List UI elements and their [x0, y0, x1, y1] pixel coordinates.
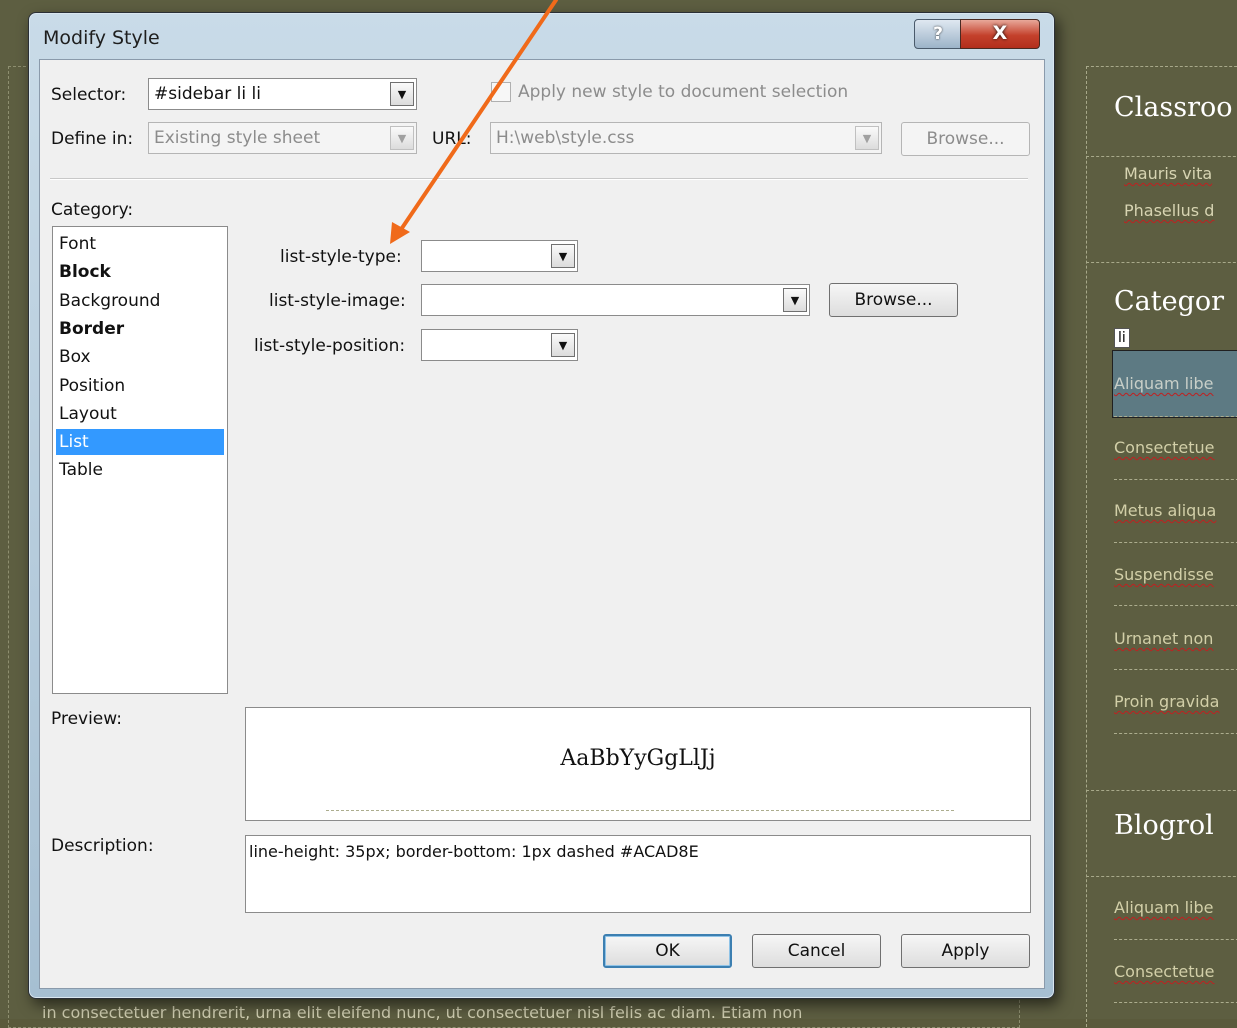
- category-link[interactable]: Metus aliqua: [1114, 501, 1216, 520]
- item-divider: [1114, 479, 1237, 480]
- category-item-table[interactable]: Table: [56, 457, 224, 483]
- sidebar-heading-classroom: Classroo: [1114, 92, 1233, 123]
- ok-button[interactable]: OK: [603, 934, 732, 968]
- item-divider: [1114, 605, 1237, 606]
- list-style-type-combobox[interactable]: ▼: [421, 240, 578, 272]
- chevron-down-icon[interactable]: ▼: [551, 244, 575, 268]
- chevron-down-icon[interactable]: ▼: [390, 126, 414, 150]
- item-divider: [1114, 939, 1237, 940]
- selector-combobox[interactable]: #sidebar li li ▼: [148, 78, 417, 110]
- category-item-list[interactable]: List: [56, 429, 224, 455]
- list-style-image-combobox[interactable]: ▼: [421, 284, 810, 316]
- list-style-position-label: list-style-position:: [254, 336, 406, 356]
- browse-image-button[interactable]: Browse...: [829, 283, 958, 317]
- blogroll-link[interactable]: Consectetue: [1114, 962, 1214, 981]
- url-label: URL:: [432, 129, 472, 149]
- description-box: line-height: 35px; border-bottom: 1px da…: [245, 835, 1031, 913]
- sidebar-separator: [1086, 790, 1237, 791]
- chevron-down-icon[interactable]: ▼: [855, 126, 879, 150]
- category-listbox[interactable]: Font Block Background Border Box Positio…: [52, 226, 228, 694]
- description-label: Description:: [51, 836, 154, 856]
- category-item-layout[interactable]: Layout: [56, 401, 224, 427]
- chevron-down-icon[interactable]: ▼: [551, 333, 575, 357]
- list-style-image-label: list-style-image:: [269, 291, 406, 311]
- category-link[interactable]: Proin gravida: [1114, 692, 1219, 711]
- list-style-position-combobox[interactable]: ▼: [421, 329, 578, 361]
- category-item-box[interactable]: Box: [56, 344, 224, 370]
- define-in-combobox[interactable]: Existing style sheet ▼: [148, 122, 417, 154]
- preview-label: Preview:: [51, 709, 122, 729]
- dialog-title: Modify Style: [43, 27, 160, 49]
- description-text: line-height: 35px; border-bottom: 1px da…: [249, 842, 699, 861]
- sidebar-intro-line: Phasellus d: [1124, 201, 1215, 220]
- close-button[interactable]: X: [960, 19, 1040, 49]
- divider: [50, 178, 1028, 180]
- url-combobox[interactable]: H:\web\style.css ▼: [490, 122, 882, 154]
- preview-box: AaBbYyGgLlJj: [245, 707, 1031, 821]
- preview-sample-text: AaBbYyGgLlJj: [560, 746, 716, 771]
- sidebar-separator: [1086, 262, 1237, 263]
- apply-to-selection-checkbox[interactable]: [491, 82, 511, 102]
- apply-button[interactable]: Apply: [901, 934, 1030, 968]
- sidebar-separator: [1086, 156, 1237, 157]
- preview-dashed-border: [326, 810, 954, 811]
- sidebar-heading-categories: Categor: [1114, 286, 1225, 317]
- category-link[interactable]: Consectetue: [1114, 438, 1214, 457]
- element-tag-label: li: [1114, 328, 1130, 348]
- sidebar-separator: [1086, 876, 1237, 877]
- chevron-down-icon[interactable]: ▼: [390, 82, 414, 106]
- define-in-label: Define in:: [51, 129, 134, 149]
- category-item-border[interactable]: Border: [56, 316, 224, 342]
- body-text: in consectetuer hendrerit, urna elit ele…: [42, 1003, 803, 1022]
- category-item-font[interactable]: Font: [56, 231, 224, 257]
- blogroll-link[interactable]: Aliquam libe: [1114, 898, 1214, 917]
- cancel-button[interactable]: Cancel: [752, 934, 881, 968]
- category-link[interactable]: Suspendisse: [1114, 565, 1214, 584]
- define-in-value: Existing style sheet: [154, 128, 321, 148]
- sidebar-heading-blogroll: Blogrol: [1114, 810, 1214, 841]
- apply-to-selection-label: Apply new style to document selection: [518, 82, 849, 102]
- url-value: H:\web\style.css: [496, 128, 635, 148]
- chevron-down-icon[interactable]: ▼: [783, 288, 807, 312]
- item-divider: [1114, 1002, 1237, 1003]
- category-label: Category:: [51, 200, 134, 220]
- selector-value: #sidebar li li: [154, 84, 261, 104]
- item-divider: [1114, 416, 1237, 417]
- category-link[interactable]: Urnanet non: [1114, 629, 1213, 648]
- browse-url-button[interactable]: Browse...: [901, 122, 1030, 156]
- item-divider: [1114, 669, 1237, 670]
- category-item-position[interactable]: Position: [56, 373, 224, 399]
- selector-label: Selector:: [51, 85, 127, 105]
- category-link[interactable]: Aliquam libe: [1114, 374, 1214, 393]
- sidebar-intro-line: Mauris vita: [1124, 164, 1213, 183]
- item-divider: [1114, 733, 1237, 734]
- help-button[interactable]: ?: [914, 19, 962, 49]
- category-item-background[interactable]: Background: [56, 288, 224, 314]
- list-style-type-label: list-style-type:: [280, 247, 402, 267]
- category-item-block[interactable]: Block: [56, 259, 224, 285]
- item-divider: [1114, 542, 1237, 543]
